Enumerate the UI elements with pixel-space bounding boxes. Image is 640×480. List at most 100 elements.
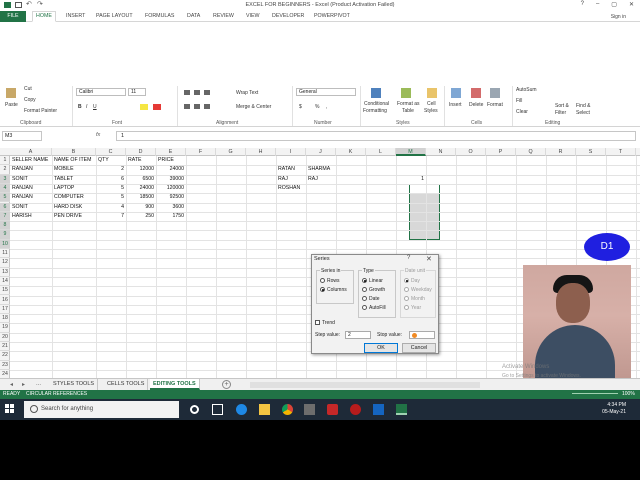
column-header[interactable]: L [366,148,396,156]
row-header[interactable]: 23 [0,361,10,370]
table-cell[interactable]: 92500 [156,193,184,202]
clear-button[interactable]: Clear [516,109,528,115]
insert-function-button[interactable]: fx [96,132,100,138]
column-header[interactable]: D [126,148,156,156]
cell-styles-button[interactable]: Cell [427,101,436,107]
step-value-input[interactable]: 2 [345,331,371,339]
table-cell[interactable]: 3600 [156,203,184,212]
sheet-next-icon[interactable]: ▸ [22,381,25,388]
radio-rows[interactable]: Rows [320,278,340,284]
name-cell[interactable]: RAJ [308,175,318,184]
insert-cells-button[interactable]: Insert [449,102,462,108]
tab-review[interactable]: REVIEW [213,13,234,19]
table-cell[interactable]: RANJAN [12,165,33,174]
dialog-help-button[interactable]: ? [407,255,410,261]
sheet-tab-editing-tools[interactable]: EDITING TOOLS [150,379,200,390]
row-header[interactable]: 18 [0,314,10,324]
file-explorer-icon[interactable] [259,404,270,415]
table-header-cell[interactable]: RATE [128,156,141,165]
table-cell[interactable]: PEN DRIVE [54,212,82,221]
align-left-icon[interactable] [184,104,212,109]
app-icon-1[interactable] [327,404,338,415]
row-header[interactable]: 11 [0,249,10,259]
column-header[interactable]: F [186,148,216,156]
task-view-icon[interactable] [212,404,223,415]
ok-button[interactable]: OK [364,343,398,353]
trend-checkbox[interactable]: Trend [315,320,335,326]
bold-button[interactable]: B [78,104,82,110]
dialog-close-button[interactable]: ✕ [426,255,432,263]
row-header[interactable]: 6 [0,202,10,212]
row-header[interactable]: 3 [0,174,10,184]
table-cell[interactable]: LAPTOP [54,184,74,193]
table-cell[interactable]: 7 [96,212,124,221]
table-cell[interactable]: RANJAN [12,184,33,193]
table-header-cell[interactable]: PRICE [158,156,174,165]
table-cell[interactable]: 4 [96,203,124,212]
table-header-cell[interactable]: NAME OF ITEM [54,156,91,165]
column-header[interactable]: J [306,148,336,156]
table-cell[interactable]: 12000 [126,165,154,174]
radio-weekday[interactable]: Weekday [404,287,432,293]
radio-growth[interactable]: Growth [362,287,385,293]
row-header[interactable]: 1 [0,156,10,166]
wrap-text-button[interactable]: Wrap Text [236,90,258,96]
merge-center-button[interactable]: Merge & Center [236,104,271,110]
table-cell[interactable]: COMPUTER [54,193,84,202]
insert-cells-icon[interactable] [451,88,461,98]
table-cell[interactable]: SONIT [12,175,28,184]
table-cell[interactable]: MOBILE [54,165,74,174]
table-header-cell[interactable]: QTY [98,156,109,165]
row-header[interactable]: 5 [0,193,10,203]
paste-icon[interactable] [6,88,16,98]
radio-autofill[interactable]: AutoFill [362,305,386,311]
name-box[interactable]: M3 [2,131,42,141]
horizontal-scrollbar[interactable] [250,382,480,388]
sheet-prev-icon[interactable]: ◂ [10,381,13,388]
sheet-tab-cells-tools[interactable]: CELLS TOOLS [104,379,149,390]
row-header[interactable]: 8 [0,221,10,231]
radio-columns[interactable]: Columns [320,287,347,293]
delete-cells-icon[interactable] [471,88,481,98]
tab-developer[interactable]: DEVELOPER [272,13,304,19]
fill-color-icon[interactable] [140,104,148,110]
tab-powerpivot[interactable]: POWERPIVOT [314,13,350,19]
tab-data[interactable]: DATA [187,13,200,19]
sort-filter-button[interactable]: Sort & [555,103,569,109]
column-header[interactable]: N [426,148,456,156]
table-cell[interactable]: 900 [126,203,154,212]
currency-button[interactable]: $ [299,104,302,110]
row-header[interactable]: 14 [0,277,10,287]
chrome-icon[interactable] [282,404,293,415]
restore-button[interactable]: ▢ [611,1,617,8]
tab-page-layout[interactable]: PAGE LAYOUT [96,13,133,19]
row-header[interactable]: 19 [0,323,10,333]
comma-button[interactable]: , [326,104,327,110]
system-clock[interactable]: 4:34 PM 05-May-21 [602,402,626,416]
table-cell[interactable]: 39000 [156,175,184,184]
row-header[interactable]: 9 [0,230,10,240]
sign-in-link[interactable]: Sign in [611,14,626,20]
table-cell[interactable]: HARISH [12,212,32,221]
format-cells-button[interactable]: Format [487,102,503,108]
cell-styles-icon[interactable] [427,88,437,98]
align-top-icon[interactable] [184,90,212,95]
radio-year[interactable]: Year [404,305,421,311]
table-cell[interactable]: 120000 [156,184,184,193]
table-cell[interactable]: 2 [96,165,124,174]
column-header[interactable]: M [396,148,426,156]
column-header[interactable]: G [216,148,246,156]
column-header[interactable]: B [52,148,96,156]
radio-day[interactable]: Day [404,278,420,284]
column-header[interactable]: S [576,148,606,156]
column-header[interactable]: P [486,148,516,156]
italic-button[interactable]: I [86,104,87,110]
copy-button[interactable]: Copy [24,97,36,103]
table-cell[interactable]: HARD DISK [54,203,82,212]
table-header-cell[interactable]: SELLER NAME [12,156,48,165]
table-cell[interactable]: 6500 [126,175,154,184]
table-cell[interactable]: SONIT [12,203,28,212]
format-painter-button[interactable]: Format Painter [24,108,57,114]
table-cell[interactable]: 5 [96,184,124,193]
cortana-icon[interactable] [190,405,199,414]
